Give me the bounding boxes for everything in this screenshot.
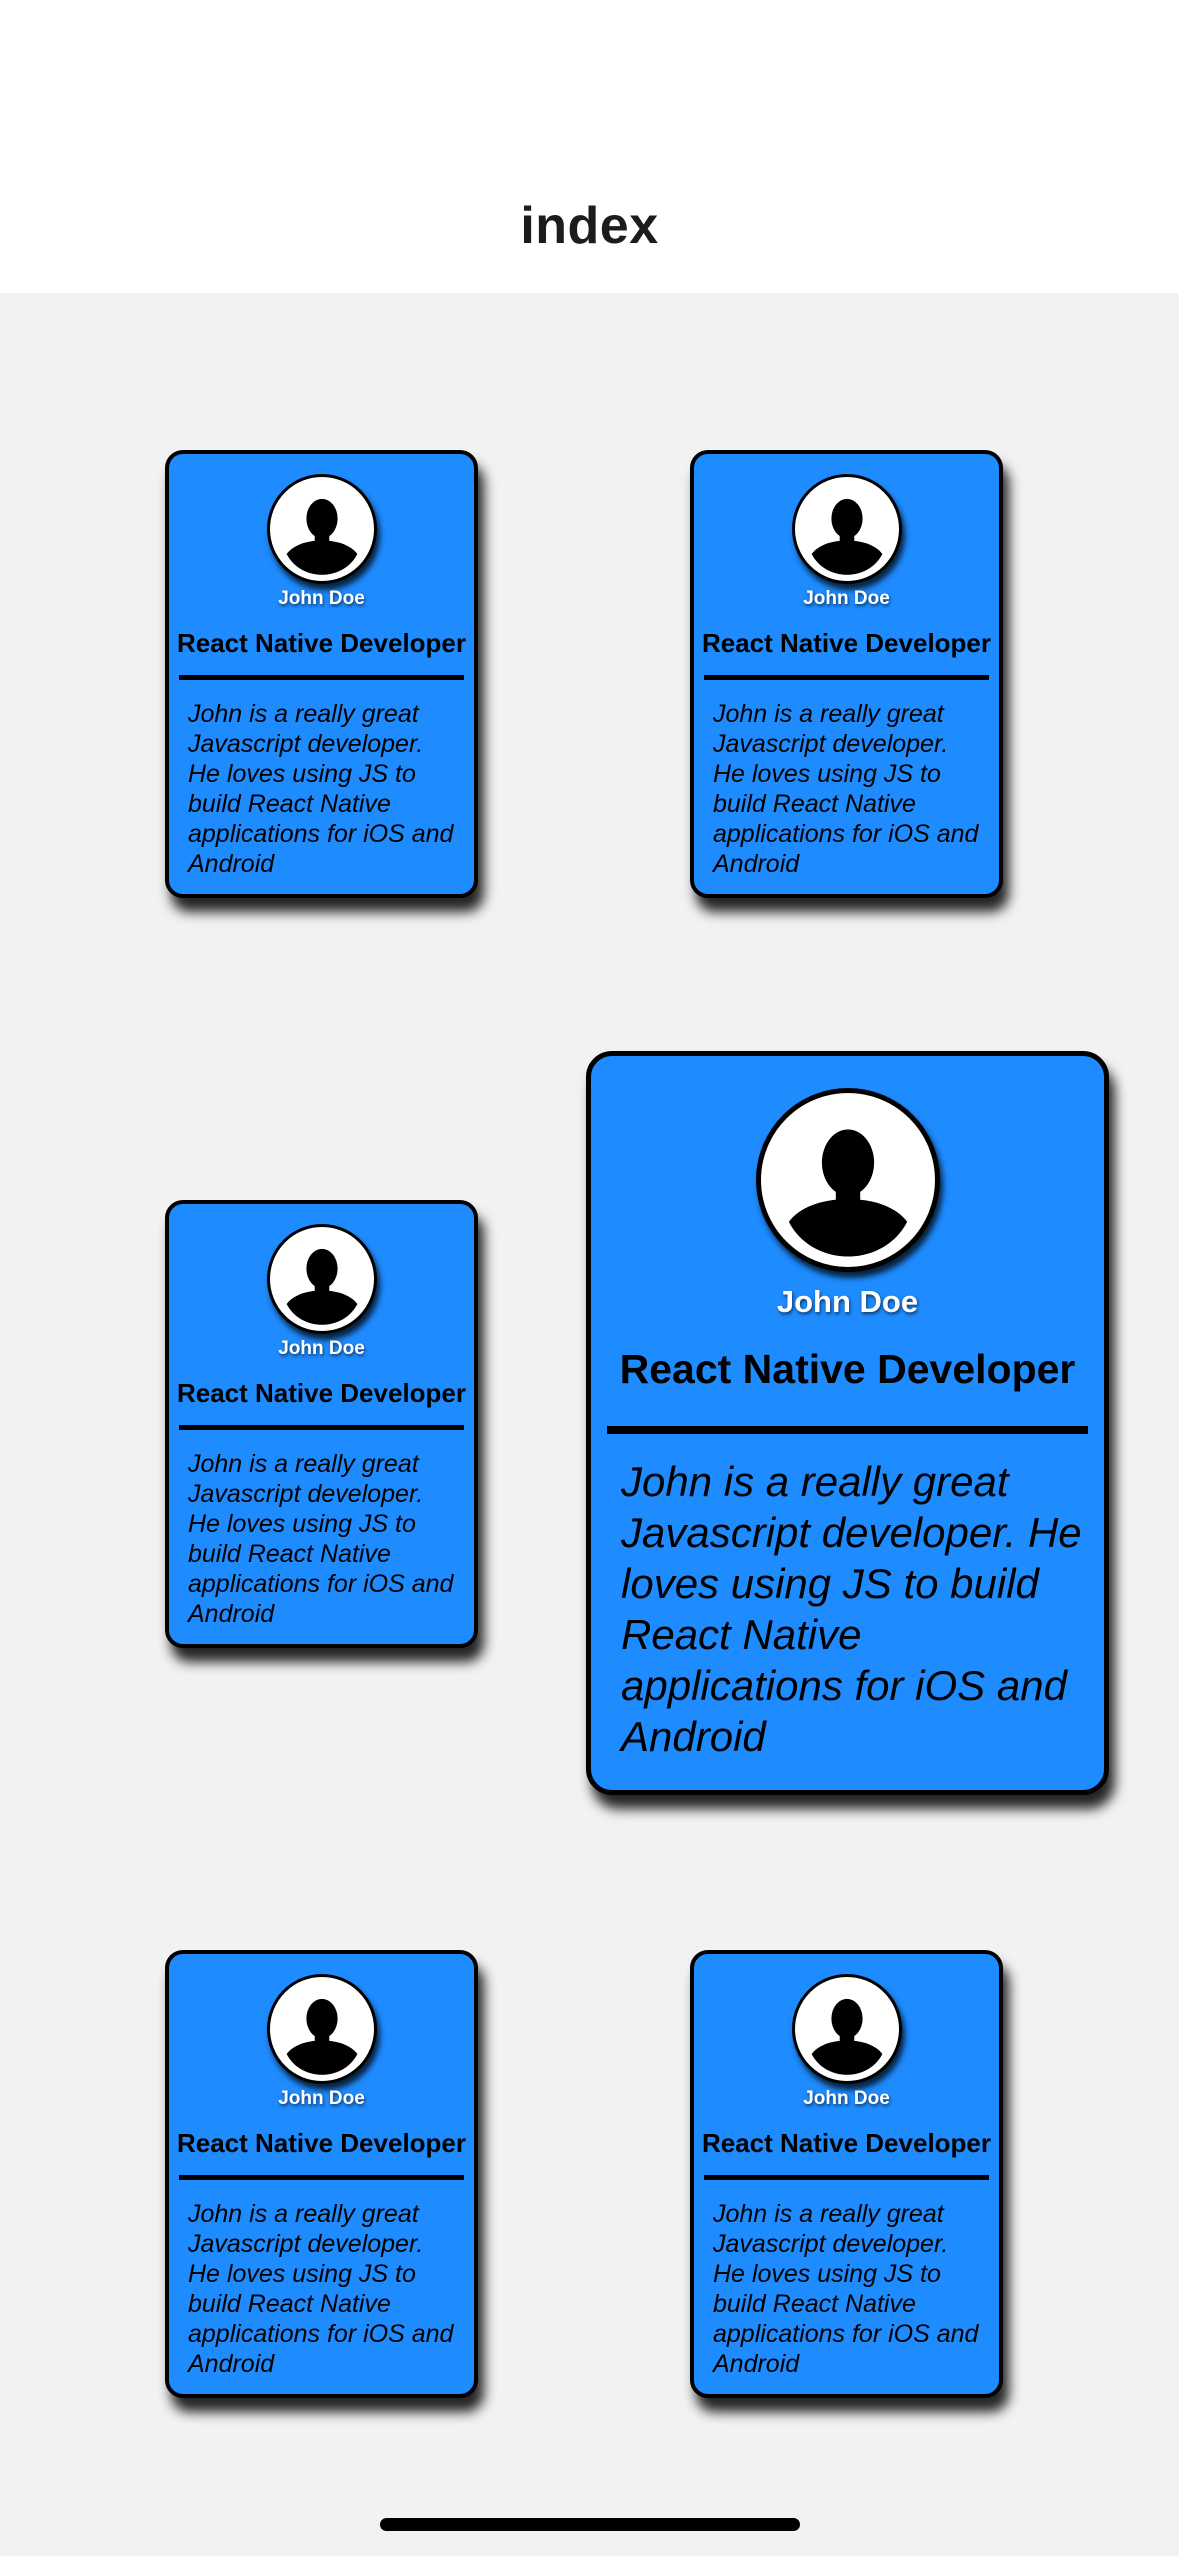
navigation-header: index bbox=[0, 0, 1179, 293]
profile-name: John Doe bbox=[278, 588, 365, 609]
divider bbox=[179, 1425, 464, 1430]
profile-card-expanded[interactable]: John Doe React Native Developer John is … bbox=[586, 1051, 1109, 1795]
divider bbox=[179, 2175, 464, 2180]
profile-name: John Doe bbox=[278, 2088, 365, 2109]
divider bbox=[704, 675, 989, 680]
profile-card[interactable]: John Doe React Native Developer John is … bbox=[690, 450, 1003, 898]
profile-bio: John is a really great Javascript develo… bbox=[621, 1458, 1082, 1760]
profile-role: React Native Developer bbox=[176, 628, 467, 658]
profile-bio: John is a really great Javascript develo… bbox=[188, 2200, 454, 2378]
user-avatar-icon bbox=[791, 474, 902, 584]
profile-card[interactable]: John Doe React Native Developer John is … bbox=[165, 450, 478, 898]
profile-card[interactable]: John Doe React Native Developer John is … bbox=[165, 1200, 478, 1648]
profile-bio: John is a really great Javascript develo… bbox=[188, 700, 454, 878]
divider bbox=[179, 675, 464, 680]
profile-bio: John is a really great Javascript develo… bbox=[713, 700, 979, 878]
divider bbox=[607, 1426, 1088, 1434]
user-avatar-icon bbox=[791, 1974, 902, 2084]
profile-name: John Doe bbox=[803, 2088, 890, 2109]
profile-bio: John is a really great Javascript develo… bbox=[713, 2200, 979, 2378]
user-avatar-icon bbox=[266, 1974, 377, 2084]
profile-name: John Doe bbox=[278, 1338, 365, 1359]
home-indicator[interactable] bbox=[380, 2518, 800, 2531]
divider bbox=[704, 2175, 989, 2180]
user-avatar-icon bbox=[755, 1088, 940, 1272]
profile-role: React Native Developer bbox=[619, 1346, 1076, 1392]
profile-role: React Native Developer bbox=[701, 628, 992, 658]
profile-name: John Doe bbox=[803, 588, 890, 609]
profile-role: React Native Developer bbox=[701, 2128, 992, 2158]
profile-role: React Native Developer bbox=[176, 2128, 467, 2158]
profile-card[interactable]: John Doe React Native Developer John is … bbox=[165, 1950, 478, 2398]
profile-card[interactable]: John Doe React Native Developer John is … bbox=[690, 1950, 1003, 2398]
user-avatar-icon bbox=[266, 474, 377, 584]
user-avatar-icon bbox=[266, 1224, 377, 1334]
page-title: index bbox=[520, 197, 659, 255]
profile-bio: John is a really great Javascript develo… bbox=[188, 1450, 454, 1628]
profile-name: John Doe bbox=[776, 1284, 919, 1319]
profile-role: React Native Developer bbox=[176, 1378, 467, 1408]
